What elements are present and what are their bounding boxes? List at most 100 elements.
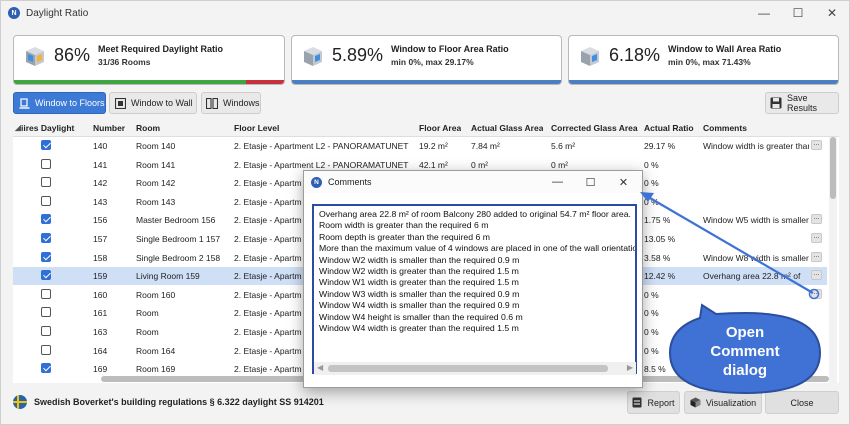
close-icon[interactable]: ✕ bbox=[815, 1, 849, 25]
open-comment-button[interactable]: ... bbox=[811, 214, 822, 225]
meets-daylight-checkbox[interactable] bbox=[41, 288, 51, 299]
cell-room: Room 143 bbox=[136, 196, 176, 207]
window-floor-icon bbox=[18, 97, 30, 109]
meets-daylight-checkbox[interactable] bbox=[41, 233, 51, 243]
window-title: Daylight Ratio bbox=[26, 7, 89, 19]
cell-number: 160 bbox=[93, 289, 108, 300]
cell-comment: Window width is greater than bbox=[703, 141, 809, 151]
column-header[interactable]: Number bbox=[93, 123, 125, 133]
maximize-icon[interactable]: ☐ bbox=[574, 171, 607, 193]
vertical-scrollbar[interactable] bbox=[829, 137, 837, 383]
card-window-floor-ratio: 5.89% Window to Floor Area Ratio min 0%,… bbox=[291, 35, 562, 85]
comment-line: Window W4 width is smaller than the requ… bbox=[319, 300, 520, 311]
cell-comment: Overhang area 22.8 m² of bbox=[703, 271, 801, 282]
save-results-label: Save Results bbox=[787, 93, 818, 113]
open-comment-button[interactable]: ... bbox=[811, 288, 822, 299]
close-label: Close bbox=[790, 397, 814, 408]
open-comment-button[interactable]: ... bbox=[811, 140, 822, 150]
meets-daylight-checkbox[interactable] bbox=[41, 326, 51, 336]
cell-ratio: 8.5 % bbox=[644, 364, 666, 375]
card-subtitle: min 0%, max 29.17% bbox=[391, 57, 474, 67]
cell-floor: 2. Etasje - Apartment L2 - PANORAMATUNET bbox=[234, 159, 409, 170]
card-window-wall-ratio: 6.18% Window to Wall Area Ratio min 0%, … bbox=[568, 35, 839, 85]
window-wall-icon bbox=[114, 97, 126, 109]
column-header[interactable]: Corrected Glass Area bbox=[551, 123, 638, 133]
cell-room: Room bbox=[136, 308, 159, 319]
table-row[interactable]: 140 Room 140 2. Etasje - Apartment L2 - PA… bbox=[13, 137, 827, 155]
scroll-right-icon[interactable]: ▶ bbox=[627, 363, 633, 372]
minimize-icon[interactable]: — bbox=[541, 171, 574, 193]
column-header[interactable]: Actual Glass Area bbox=[471, 123, 543, 133]
meets-daylight-checkbox[interactable] bbox=[41, 177, 51, 188]
cell-room: Single Bedroom 2 158 bbox=[136, 252, 221, 263]
cell-ratio: 0 % bbox=[644, 289, 659, 300]
report-button[interactable]: Report bbox=[627, 391, 680, 414]
card-percentage: 86% bbox=[54, 45, 91, 65]
cell-room: Room bbox=[136, 327, 159, 337]
cell-number: 157 bbox=[93, 234, 108, 244]
scrollbar-thumb[interactable] bbox=[328, 365, 608, 372]
app-logo-icon: N bbox=[8, 7, 20, 19]
title-bar[interactable]: N Daylight Ratio — ☐ ✕ bbox=[1, 1, 849, 25]
card-title: Window to Floor Area Ratio bbox=[391, 44, 509, 54]
open-comment-button[interactable]: ... bbox=[811, 251, 822, 262]
meets-daylight-checkbox[interactable] bbox=[41, 195, 51, 206]
tab-windows[interactable]: Windows bbox=[201, 92, 261, 114]
cell-ratio: 13.05 % bbox=[644, 234, 676, 244]
tab-label: Window to Wall bbox=[131, 98, 193, 108]
cell-ratio: 29.17 % bbox=[644, 141, 676, 151]
column-header[interactable]: iires Daylight bbox=[21, 123, 87, 133]
meets-daylight-checkbox[interactable] bbox=[41, 363, 51, 374]
room-3d-icon bbox=[26, 47, 44, 66]
tab-window-to-floors[interactable]: Window to Floors bbox=[13, 92, 106, 114]
open-comment-button[interactable]: ... bbox=[811, 270, 822, 281]
column-header[interactable]: Actual Ratio bbox=[644, 123, 694, 133]
report-label: Report bbox=[647, 397, 675, 408]
column-header[interactable]: Floor Level bbox=[234, 123, 279, 133]
card-bar bbox=[292, 80, 561, 84]
cell-number: 164 bbox=[93, 345, 108, 356]
comment-line: Overhang area 22.8 m² of room Balcony 28… bbox=[319, 209, 631, 219]
meets-daylight-checkbox[interactable] bbox=[41, 344, 51, 355]
scrollbar-thumb[interactable] bbox=[830, 137, 836, 199]
scroll-left-icon[interactable]: ◀ bbox=[317, 363, 323, 372]
cell-room: Master Bedroom 156 bbox=[136, 215, 216, 226]
cell-floor: 2. Etasje - Apartment L2 - PANORAMATUNET bbox=[234, 141, 409, 151]
meets-daylight-checkbox[interactable] bbox=[41, 158, 51, 169]
comments-dialog: N Comments — ☐ ✕ Overhang area 22.8 m² o… bbox=[303, 170, 643, 388]
column-header[interactable]: Comments bbox=[703, 123, 747, 133]
visualization-button[interactable]: Visualization bbox=[684, 391, 762, 414]
maximize-icon[interactable]: ☐ bbox=[781, 1, 815, 25]
regulation-label: Swedish Boverket's building regulations … bbox=[34, 397, 324, 407]
save-results-button[interactable]: Save Results bbox=[765, 92, 839, 114]
tab-window-to-wall[interactable]: Window to Wall bbox=[109, 92, 197, 114]
cell-number: 158 bbox=[93, 252, 108, 263]
cell-room: Room 142 bbox=[136, 178, 176, 189]
comments-textbox[interactable]: Overhang area 22.8 m² of room Balcony 28… bbox=[312, 204, 637, 374]
meets-daylight-checkbox[interactable] bbox=[41, 270, 51, 281]
close-button[interactable]: Close bbox=[765, 391, 839, 414]
cell-area: 42.1 m² bbox=[419, 159, 448, 170]
column-header[interactable]: Room bbox=[136, 123, 160, 133]
cell-area: 19.2 m² bbox=[419, 141, 448, 151]
meets-daylight-checkbox[interactable] bbox=[41, 140, 51, 150]
table-header: ◢ iires Daylight Number Room Floor Level… bbox=[13, 119, 839, 137]
cell-number: 142 bbox=[93, 178, 108, 189]
comment-line: Window W3 width is smaller than the requ… bbox=[319, 288, 520, 299]
card-subtitle: min 0%, max 71.43% bbox=[668, 57, 751, 67]
comment-line: Window W2 width is smaller than the requ… bbox=[319, 254, 520, 265]
minimize-icon[interactable]: — bbox=[747, 1, 781, 25]
meets-daylight-checkbox[interactable] bbox=[41, 214, 51, 225]
column-header[interactable]: Floor Area bbox=[419, 123, 461, 133]
card-daylight-ratio: 86% Meet Required Daylight Ratio 31/36 R… bbox=[13, 35, 285, 85]
cell-number: 161 bbox=[93, 308, 108, 319]
meets-daylight-checkbox[interactable] bbox=[41, 307, 51, 318]
open-comment-button[interactable]: ... bbox=[811, 233, 822, 243]
dialog-horizontal-scrollbar[interactable]: ◀ ▶ bbox=[314, 362, 636, 375]
comment-line: Room depth is greater than the required … bbox=[319, 231, 490, 242]
cell-comment: Window W5 width is smaller bbox=[703, 215, 809, 226]
meets-daylight-checkbox[interactable] bbox=[41, 251, 51, 262]
cell-ratio: 0 % bbox=[644, 308, 659, 319]
close-icon[interactable]: ✕ bbox=[607, 171, 640, 193]
dialog-title-bar[interactable]: N Comments — ☐ ✕ bbox=[304, 171, 642, 193]
